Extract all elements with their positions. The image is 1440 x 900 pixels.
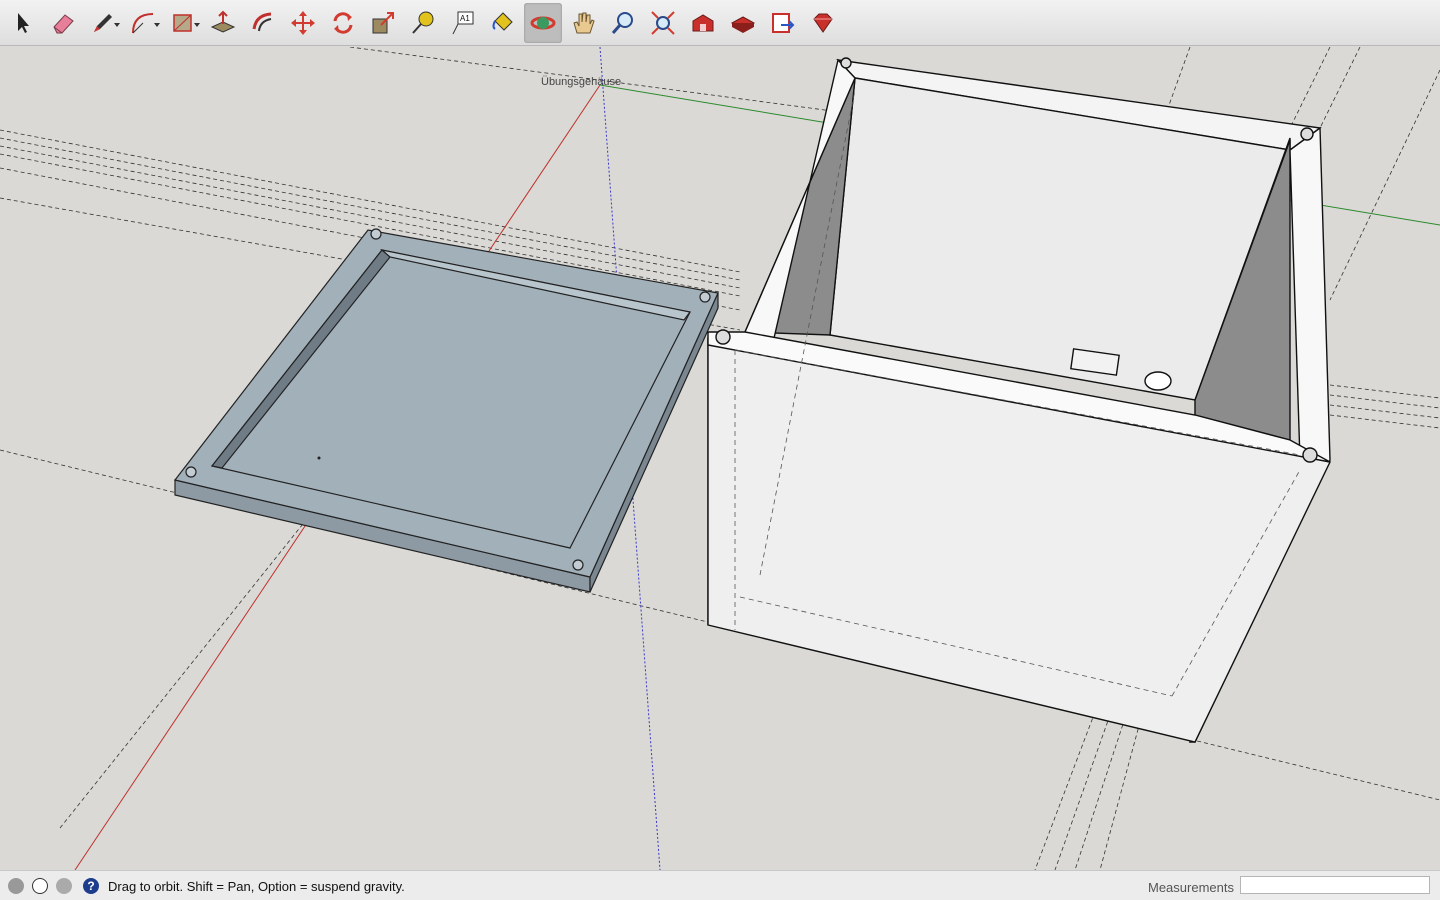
eraser-tool-button[interactable] (44, 3, 82, 43)
arc-icon (132, 12, 154, 33)
offset-tool-button[interactable] (244, 3, 282, 43)
ruby-icon (813, 13, 833, 33)
rotate-icon (333, 11, 353, 34)
box-component[interactable] (707, 57, 1332, 743)
credits-icon[interactable] (32, 878, 48, 894)
extension-warehouse-icon (730, 15, 756, 33)
user-account-icon[interactable] (56, 878, 72, 894)
scale-icon (372, 11, 394, 33)
help-icon[interactable]: ? (83, 878, 99, 894)
eraser-icon (53, 13, 74, 33)
extensions-button[interactable] (804, 3, 842, 43)
move-arrows-icon (291, 10, 315, 35)
hand-pan-icon (573, 12, 595, 33)
scale-tool-button[interactable] (364, 3, 402, 43)
tape-measure-icon (412, 11, 434, 34)
send-to-layout-button[interactable] (764, 3, 802, 43)
paint-bucket-tool-button[interactable] (484, 3, 522, 43)
main-toolbar: A1 (0, 0, 1440, 46)
magnifier-icon (611, 11, 633, 34)
measurements-input[interactable] (1240, 876, 1430, 894)
model-label: Übungsgehäuse (541, 76, 622, 88)
text-tool-button[interactable]: A1 (444, 3, 482, 43)
scene-canvas[interactable] (0, 47, 1440, 870)
zoom-tool-button[interactable] (604, 3, 642, 43)
status-hint-text: Drag to orbit. Shift = Pan, Option = sus… (108, 879, 405, 894)
svg-text:A1: A1 (460, 14, 470, 23)
status-bar: ? Drag to orbit. Shift = Pan, Option = s… (0, 870, 1440, 900)
push-pull-tool-button[interactable] (204, 3, 242, 43)
layout-icon (772, 12, 795, 33)
arc-tool-button[interactable] (124, 3, 162, 43)
lid-component[interactable] (173, 228, 719, 593)
offset-icon (252, 12, 272, 31)
orbit-icon (530, 16, 556, 29)
geo-location-icon[interactable] (8, 878, 24, 894)
measurements-label: Measurements (1148, 880, 1234, 895)
zoom-extents-tool-button[interactable] (644, 3, 682, 43)
zoom-extents-icon (651, 10, 675, 35)
arrow-cursor-icon (18, 12, 29, 33)
tape-measure-tool-button[interactable] (404, 3, 442, 43)
chevron-down-icon (114, 22, 120, 27)
3d-warehouse-button[interactable] (684, 3, 722, 43)
rotate-tool-button[interactable] (324, 3, 362, 43)
chevron-down-icon (154, 22, 160, 27)
paint-bucket-icon (492, 11, 513, 31)
move-tool-button[interactable] (284, 3, 322, 43)
rectangle-icon (173, 13, 192, 32)
extension-warehouse-button[interactable] (724, 3, 762, 43)
orbit-tool-button[interactable] (524, 2, 562, 43)
line-tool-button[interactable] (84, 3, 122, 43)
text-icon: A1 (452, 11, 474, 34)
pencil-icon (94, 13, 112, 32)
warehouse-icon (692, 13, 714, 31)
chevron-down-icon (194, 22, 200, 27)
pan-tool-button[interactable] (564, 3, 602, 43)
push-pull-icon (210, 10, 236, 33)
rectangle-tool-button[interactable] (164, 3, 202, 43)
select-tool-button[interactable] (4, 3, 42, 43)
modeling-viewport[interactable]: Übungsgehäuse (0, 47, 1440, 870)
